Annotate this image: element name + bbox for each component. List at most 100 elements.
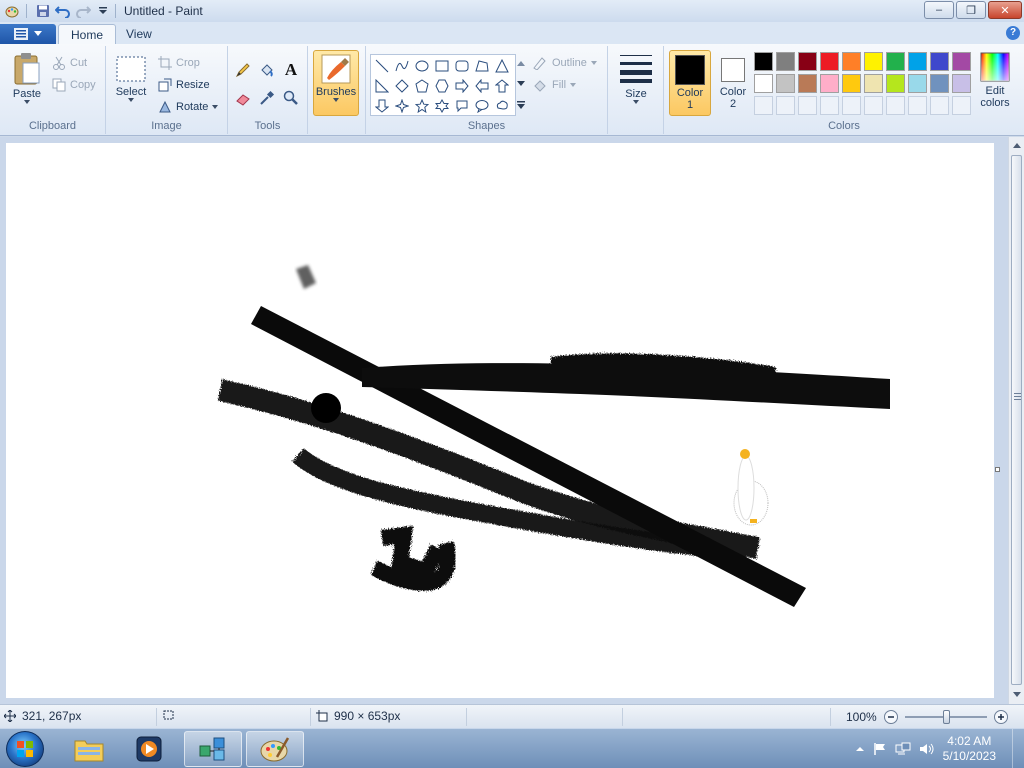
- brushes-button[interactable]: Brushes: [313, 50, 359, 116]
- close-button[interactable]: ✕: [988, 1, 1022, 19]
- help-icon[interactable]: ?: [1006, 26, 1020, 40]
- triangle-shape[interactable]: [493, 57, 511, 75]
- custom-color-slot[interactable]: [930, 96, 949, 115]
- custom-color-slot[interactable]: [864, 96, 883, 115]
- volume-icon[interactable]: [919, 742, 935, 756]
- palette-swatch[interactable]: [820, 52, 839, 71]
- show-hidden-icons-icon[interactable]: [855, 744, 865, 754]
- palette-swatch[interactable]: [754, 74, 773, 93]
- right-arrow-shape[interactable]: [453, 77, 471, 95]
- pentagon-shape[interactable]: [413, 77, 431, 95]
- scroll-down-icon[interactable]: [1010, 687, 1024, 701]
- up-arrow-shape[interactable]: [493, 77, 511, 95]
- palette-swatch[interactable]: [842, 74, 861, 93]
- color-picker-tool[interactable]: [257, 88, 277, 108]
- custom-color-slot[interactable]: [776, 96, 795, 115]
- action-center-flag-icon[interactable]: [873, 742, 887, 756]
- zoom-slider-thumb[interactable]: [942, 710, 950, 724]
- outline-button[interactable]: Outline: [532, 56, 597, 70]
- six-point-star-shape[interactable]: [433, 97, 451, 115]
- custom-color-slot[interactable]: [886, 96, 905, 115]
- left-arrow-shape[interactable]: [473, 77, 491, 95]
- curve-shape[interactable]: [393, 57, 411, 75]
- taskbar-paint[interactable]: [246, 731, 304, 767]
- drawing-canvas[interactable]: [6, 143, 994, 698]
- fill-button[interactable]: Fill: [532, 78, 577, 92]
- palette-swatch[interactable]: [754, 52, 773, 71]
- palette-swatch[interactable]: [952, 74, 971, 93]
- cut-button[interactable]: Cut: [52, 56, 87, 70]
- custom-color-slot[interactable]: [908, 96, 927, 115]
- clock[interactable]: 4:02 AM 5/10/2023: [943, 734, 996, 764]
- zoom-out-icon[interactable]: [883, 709, 899, 725]
- palette-swatch[interactable]: [908, 74, 927, 93]
- tab-view[interactable]: View: [114, 24, 164, 44]
- palette-swatch[interactable]: [952, 52, 971, 71]
- canvas-resize-handle[interactable]: [995, 467, 1000, 472]
- palette-swatch[interactable]: [864, 74, 883, 93]
- restore-button[interactable]: ❐: [956, 1, 986, 19]
- right-triangle-shape[interactable]: [373, 77, 391, 95]
- custom-color-slot[interactable]: [842, 96, 861, 115]
- zoom-in-icon[interactable]: [993, 709, 1009, 725]
- custom-color-slot[interactable]: [820, 96, 839, 115]
- hexagon-shape[interactable]: [433, 77, 451, 95]
- taskbar-explorer[interactable]: [60, 731, 118, 767]
- palette-swatch[interactable]: [798, 74, 817, 93]
- paint-app-icon[interactable]: [4, 3, 20, 19]
- taskbar-media-player[interactable]: [120, 731, 178, 767]
- redo-icon[interactable]: [75, 3, 91, 19]
- oval-shape[interactable]: [413, 57, 431, 75]
- taskbar-pinned-app[interactable]: [184, 731, 242, 767]
- palette-swatch[interactable]: [820, 74, 839, 93]
- color1-button[interactable]: Color 1: [669, 50, 711, 116]
- select-button[interactable]: Select: [114, 56, 148, 102]
- size-button[interactable]: Size: [618, 52, 654, 104]
- copy-button[interactable]: Copy: [52, 78, 96, 92]
- rounded-callout-shape[interactable]: [453, 97, 471, 115]
- polygon-shape[interactable]: [473, 57, 491, 75]
- magnifier-tool[interactable]: [281, 88, 301, 108]
- crop-button[interactable]: Crop: [158, 56, 200, 70]
- palette-swatch[interactable]: [930, 52, 949, 71]
- line-shape[interactable]: [373, 57, 391, 75]
- palette-swatch[interactable]: [864, 52, 883, 71]
- palette-swatch[interactable]: [908, 52, 927, 71]
- palette-swatch[interactable]: [776, 74, 795, 93]
- palette-swatch[interactable]: [886, 52, 905, 71]
- pencil-tool[interactable]: [233, 60, 253, 80]
- color2-button[interactable]: Color 2: [713, 50, 753, 116]
- text-tool[interactable]: A: [281, 60, 301, 80]
- palette-swatch[interactable]: [842, 52, 861, 71]
- oval-callout-shape[interactable]: [473, 97, 491, 115]
- custom-color-slot[interactable]: [754, 96, 773, 115]
- customize-qat-icon[interactable]: [95, 3, 111, 19]
- custom-color-slot[interactable]: [798, 96, 817, 115]
- scrollbar-thumb[interactable]: [1011, 155, 1022, 685]
- four-point-star-shape[interactable]: [393, 97, 411, 115]
- save-icon[interactable]: [35, 3, 51, 19]
- cloud-callout-shape[interactable]: [493, 97, 511, 115]
- palette-swatch[interactable]: [798, 52, 817, 71]
- palette-swatch[interactable]: [930, 74, 949, 93]
- app-menu-button[interactable]: [0, 24, 56, 44]
- diamond-shape[interactable]: [393, 77, 411, 95]
- fill-tool[interactable]: [257, 60, 277, 80]
- palette-swatch[interactable]: [886, 74, 905, 93]
- network-icon[interactable]: [895, 742, 911, 756]
- edit-colors-button[interactable]: Edit colors: [974, 52, 1016, 109]
- rectangle-shape[interactable]: [433, 57, 451, 75]
- show-desktop-button[interactable]: [1012, 729, 1024, 768]
- down-arrow-shape[interactable]: [373, 97, 391, 115]
- paste-button[interactable]: Paste: [8, 52, 46, 104]
- start-button[interactable]: [6, 731, 44, 767]
- rotate-button[interactable]: Rotate: [158, 100, 219, 114]
- five-point-star-shape[interactable]: [413, 97, 431, 115]
- eraser-tool[interactable]: [233, 88, 253, 108]
- shapes-scroll[interactable]: [516, 54, 526, 116]
- custom-color-slot[interactable]: [952, 96, 971, 115]
- scroll-up-icon[interactable]: [1010, 139, 1024, 153]
- resize-button[interactable]: Resize: [158, 78, 210, 92]
- palette-swatch[interactable]: [776, 52, 795, 71]
- zoom-slider[interactable]: [904, 709, 987, 725]
